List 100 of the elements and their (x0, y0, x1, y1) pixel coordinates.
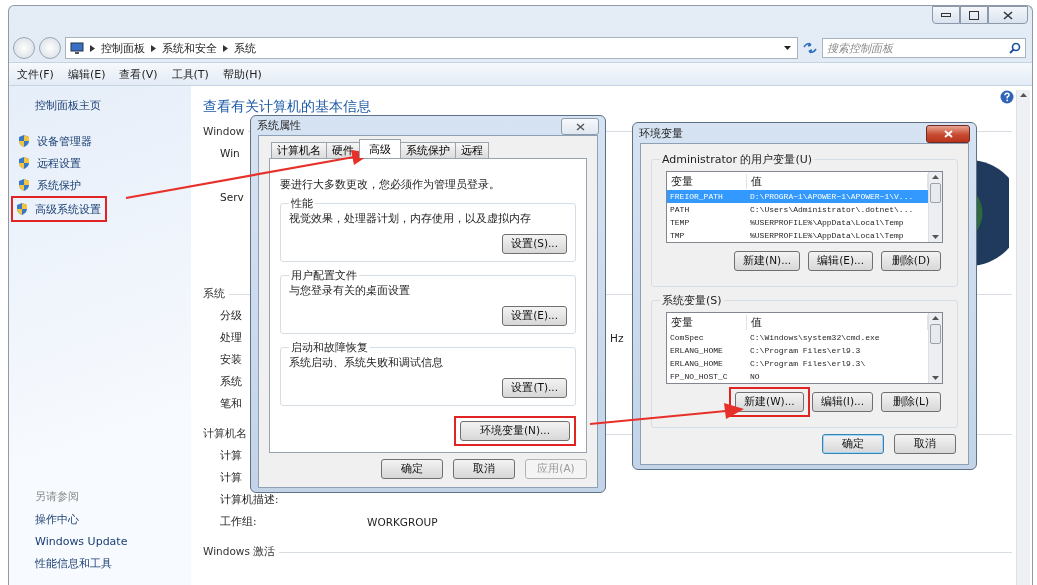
dialog-button[interactable]: 取消 (894, 434, 956, 454)
field-value: WORKGROUP (367, 516, 438, 528)
shield-icon (17, 134, 31, 148)
field-label: 处理 (220, 331, 242, 345)
close-icon (575, 122, 585, 131)
scrollbar[interactable] (928, 313, 942, 383)
section-title: 系统 (203, 287, 225, 301)
scroll-thumb[interactable] (930, 183, 941, 203)
dialog-button[interactable]: 删除(D) (881, 251, 941, 271)
section-title: 计算机名 (203, 427, 247, 441)
group-description: 系统启动、系统失败和调试信息 (289, 355, 444, 370)
breadcrumb-item[interactable]: 系统 (234, 40, 256, 56)
tab[interactable]: 计算机名 (271, 142, 327, 158)
settings-button[interactable]: 设置(T)... (502, 378, 567, 398)
maximize-icon (969, 10, 979, 20)
scroll-up-icon[interactable] (932, 316, 939, 320)
tab[interactable]: 远程 (455, 142, 489, 158)
minimize-icon (941, 13, 951, 17)
sidebar-item[interactable]: 远程设置 (15, 152, 191, 174)
dialog-button[interactable]: 确定 (822, 434, 884, 454)
refresh-icon[interactable] (802, 41, 818, 55)
field-label: 分级 (220, 309, 242, 323)
variable-list[interactable]: 变量 值 ComSpec C:\Windows\system32\cmd.exe ERLANG_HOME C:\Program Files\erl9.3 ERLANG_HOME C:\Program Files\erl9.3\ FP_NO_HOST_C NO (666, 312, 943, 384)
scroll-thumb[interactable] (930, 324, 941, 344)
search-icon[interactable] (1009, 42, 1021, 54)
group-description: 视觉效果，处理器计划，内存使用，以及虚拟内存 (289, 211, 532, 226)
shield-icon (17, 156, 31, 170)
address-bar[interactable]: 控制面板 系统和安全 系统 (65, 37, 798, 59)
breadcrumb-item[interactable]: 控制面板 (101, 40, 145, 56)
field-label: 计算机描述: (220, 493, 279, 507)
group-description: 与您登录有关的桌面设置 (289, 283, 411, 298)
sidebar-item[interactable]: 设备管理器 (15, 130, 191, 152)
variable-row[interactable]: ERLANG_HOME C:\Program Files\erl9.3\ (667, 357, 928, 370)
breadcrumb-item[interactable]: 系统和安全 (162, 40, 217, 56)
scroll-up-icon[interactable] (932, 175, 939, 179)
close-icon (1003, 10, 1013, 20)
chevron-icon (151, 44, 156, 52)
menu-item[interactable]: 编辑(E) (67, 66, 106, 82)
group-title: 用户配置文件 (290, 268, 358, 283)
shield-icon (15, 202, 29, 216)
menu-item[interactable]: 帮助(H) (222, 66, 262, 82)
section-title: Window (203, 125, 245, 137)
help-icon[interactable] (1000, 90, 1014, 104)
section-title: Windows 激活 (203, 545, 276, 559)
section-label: 另请参阅 (35, 489, 80, 504)
maximize-button[interactable] (960, 6, 988, 24)
menu-item[interactable]: 文件(F) (17, 66, 54, 82)
close-icon (943, 130, 953, 138)
menu-item[interactable]: 查看(V) (119, 66, 158, 82)
tab[interactable]: 高级 (359, 139, 401, 158)
environment-variables-button[interactable]: 环境变量(N)... (460, 421, 570, 441)
field-value: Hz (610, 332, 624, 344)
scroll-down-icon[interactable] (932, 235, 939, 239)
field-label: 工作组: (220, 515, 257, 529)
sidebar-link[interactable]: 控制面板主页 (35, 98, 191, 112)
field-label: 笔和 (220, 397, 242, 411)
menu-item[interactable]: 工具(T) (171, 66, 209, 82)
variable-row[interactable]: TEMP %USERPROFILE%\AppData\Local\Temp (667, 216, 928, 229)
dialog-button[interactable]: 编辑(I)... (811, 392, 873, 412)
settings-button[interactable]: 设置(S)... (502, 234, 567, 254)
variable-row[interactable]: TMP %USERPROFILE%\AppData\Local\Temp (667, 229, 928, 242)
scroll-down-icon[interactable] (932, 376, 939, 380)
sidebar-item[interactable]: 高级系统设置 (15, 198, 101, 220)
page-title: 查看有关计算机的基本信息 (203, 98, 371, 116)
computer-icon (70, 41, 84, 55)
column-header[interactable]: 变量 (667, 173, 747, 189)
dialog-button[interactable]: 新建(N)... (734, 251, 801, 271)
dialog-button[interactable]: 取消 (453, 459, 515, 479)
variable-list[interactable]: 变量 值 FREIOR_PATH D:\PROGRA~1\APOWER~1\APOWER~1\V... PATH C:\Users\Administrator\.dotnet\... TEMP %USERPROFILE%\AppData\Local\Temp TMP %USERPROFILE%\AppData\Local\Temp (666, 171, 943, 243)
dialog-button[interactable]: 新建(W)... (735, 392, 804, 412)
dialog-title: 环境变量 (639, 125, 683, 141)
sidebar-link[interactable]: 操作中心 (35, 512, 191, 527)
dialog-title: 系统属性 (257, 118, 301, 133)
column-header[interactable]: 变量 (667, 314, 747, 330)
group-title: 启动和故障恢复 (290, 340, 369, 355)
variable-row[interactable]: ERLANG_HOME C:\Program Files\erl9.3 (667, 344, 928, 357)
close-button[interactable] (926, 125, 970, 143)
field-label: 系统 (220, 375, 242, 389)
sidebar-item[interactable]: 系统保护 (15, 174, 191, 196)
dialog-button[interactable]: 删除(L) (881, 392, 941, 412)
variable-row[interactable]: PATH C:\Users\Administrator\.dotnet\... (667, 203, 928, 216)
sidebar-link[interactable]: Windows Update (35, 535, 191, 548)
tab[interactable]: 系统保护 (400, 142, 456, 158)
variable-row[interactable]: ComSpec C:\Windows\system32\cmd.exe (667, 331, 928, 344)
close-button[interactable] (988, 6, 1028, 24)
scroll-up-icon[interactable] (1017, 90, 1030, 100)
sidebar-link[interactable]: 性能信息和工具 (35, 556, 191, 571)
settings-button[interactable]: 设置(E)... (502, 306, 567, 326)
minimize-button[interactable] (932, 6, 960, 24)
dialog-button[interactable]: 确定 (381, 459, 443, 479)
close-button[interactable] (561, 118, 599, 135)
dropdown-icon[interactable] (784, 46, 791, 50)
search-field[interactable]: 搜索控制面板 (822, 38, 1026, 58)
scrollbar[interactable] (928, 172, 942, 242)
variable-row[interactable]: FP_NO_HOST_C NO (667, 370, 928, 383)
chevron-icon (90, 44, 95, 52)
dialog-button[interactable]: 编辑(E)... (808, 251, 873, 271)
field-label: 计算 (220, 449, 242, 463)
group-title: 性能 (290, 196, 314, 211)
scrollbar[interactable] (1016, 90, 1030, 585)
